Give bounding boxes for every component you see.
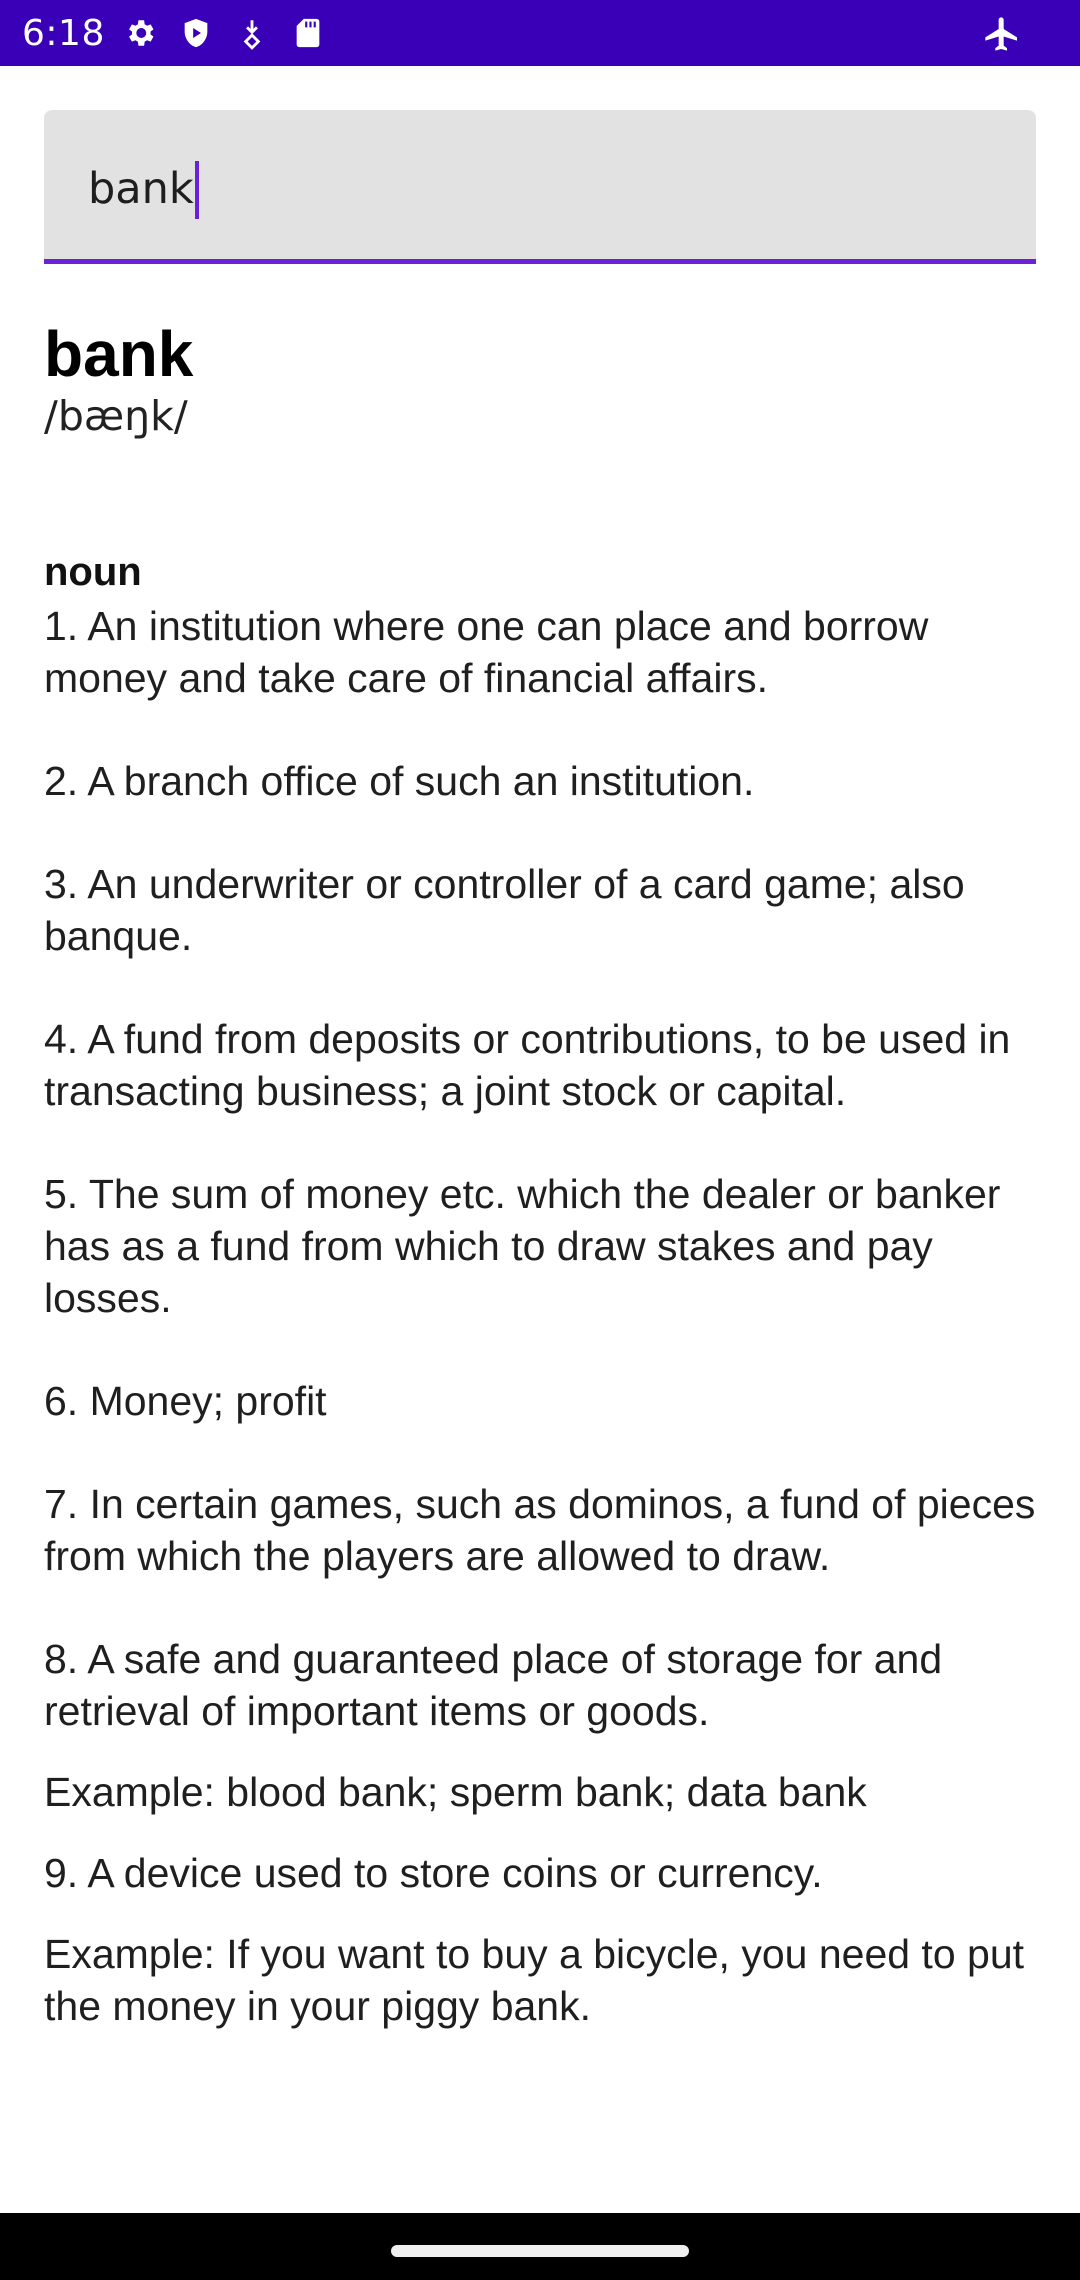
- shield-icon: [179, 16, 213, 50]
- definition-item: 5. The sum of money etc. which the deale…: [44, 1171, 1001, 1321]
- navigation-bar: [0, 2213, 1080, 2280]
- definition-item: 8. A safe and guaranteed place of storag…: [44, 1636, 943, 1734]
- download-icon: [235, 16, 269, 50]
- entry-phonetic: /bæŋk/: [44, 392, 188, 440]
- definition-item: 1. An institution where one can place an…: [44, 603, 929, 701]
- definition-item: 7. In certain games, such as dominos, a …: [44, 1481, 1036, 1579]
- status-bar: 6:18: [0, 0, 1080, 66]
- definition-example: Example: If you want to buy a bicycle, y…: [44, 1931, 1025, 2029]
- definition-example: Example: blood bank; sperm bank; data ba…: [44, 1769, 867, 1815]
- text-caret: [194, 160, 199, 219]
- search-input[interactable]: bank: [44, 110, 1036, 264]
- airplane-icon: [982, 14, 1022, 54]
- definition-list: 1. An institution where one can place an…: [44, 600, 1044, 2032]
- sd-card-icon: [291, 16, 325, 50]
- definition-item: 2. A branch office of such an institutio…: [44, 758, 755, 804]
- definition-item: 9. A device used to store coins or curre…: [44, 1850, 823, 1896]
- search-input-value: bank: [88, 163, 194, 214]
- entry-word: bank: [44, 318, 194, 390]
- dictionary-entry: bank /bæŋk/ noun 1. An institution where…: [44, 318, 1044, 2061]
- definition-item: 6. Money; profit: [44, 1378, 327, 1424]
- definition-item: 4. A fund from deposits or contributions…: [44, 1016, 1011, 1114]
- gear-icon: [123, 16, 157, 50]
- definition-item: 3. An underwriter or controller of a car…: [44, 861, 965, 959]
- part-of-speech: noun: [44, 550, 142, 594]
- home-gesture-handle[interactable]: [391, 2245, 689, 2257]
- status-time: 6:18: [22, 12, 105, 54]
